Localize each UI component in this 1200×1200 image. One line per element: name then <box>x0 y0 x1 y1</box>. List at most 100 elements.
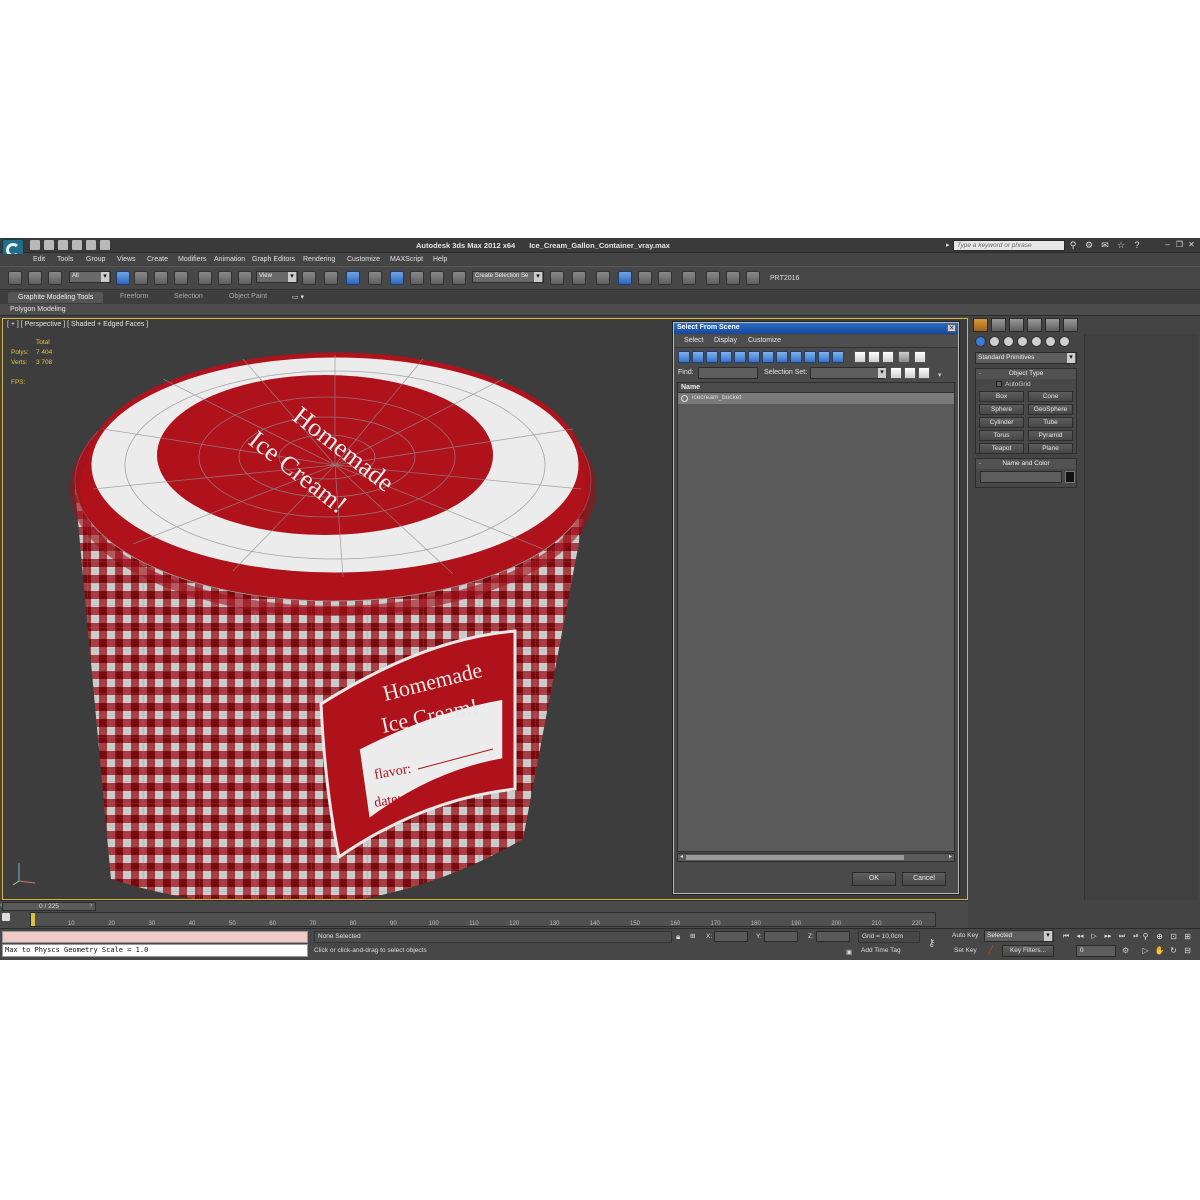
lights-category-icon[interactable] <box>1003 336 1014 347</box>
zoom-extents-icon[interactable]: ⊡ <box>1168 931 1179 942</box>
zoom-all-icon[interactable]: ⊕ <box>1154 931 1165 942</box>
cameras-category-icon[interactable] <box>1017 336 1028 347</box>
display-frozen-icon[interactable] <box>818 351 830 363</box>
cancel-button[interactable]: Cancel <box>902 872 946 886</box>
sphere-button[interactable]: Sphere <box>979 404 1024 415</box>
scene-object-list[interactable]: Name icecream_bucket <box>677 382 955 852</box>
orbit-icon[interactable]: ↻ <box>1168 945 1179 956</box>
add-time-tag[interactable]: Add Time Tag <box>858 946 920 958</box>
helpers-category-icon[interactable] <box>1031 336 1042 347</box>
undo-icon[interactable] <box>72 240 82 250</box>
menu-help[interactable]: Help <box>433 256 447 263</box>
menu-tools[interactable]: Tools <box>57 256 73 263</box>
save-file-icon[interactable] <box>58 240 68 250</box>
select-and-scale-icon[interactable] <box>238 271 252 285</box>
restore-icon[interactable]: ❐ <box>1175 240 1184 249</box>
box-button[interactable]: Box <box>979 391 1024 402</box>
select-and-move-icon[interactable] <box>198 271 212 285</box>
key-icon[interactable]: ⚷ <box>928 938 935 949</box>
go-to-start-icon[interactable]: ⏮ <box>1060 931 1072 942</box>
mirror-icon[interactable] <box>550 271 564 285</box>
help-icon[interactable]: ? <box>1132 240 1142 250</box>
key-filters-button[interactable]: Key Filters... <box>1002 945 1054 957</box>
dialog-close-icon[interactable]: ✕ <box>947 324 956 332</box>
tab-graphite-modeling-tools[interactable]: Graphite Modeling Tools <box>8 292 104 303</box>
torus-button[interactable]: Torus <box>979 430 1024 441</box>
tab-selection[interactable]: Selection <box>174 293 203 300</box>
unlink-icon[interactable] <box>28 271 42 285</box>
edit-named-selection-icon[interactable] <box>452 271 466 285</box>
project-folder-icon[interactable] <box>100 240 110 250</box>
tab-display-icon[interactable] <box>1045 318 1060 332</box>
z-coordinate-field[interactable] <box>816 931 850 942</box>
render-plugin-label[interactable]: PRT2016 <box>770 275 799 282</box>
plane-button[interactable]: Plane <box>1028 443 1073 454</box>
select-and-link-icon[interactable] <box>8 271 22 285</box>
list-item[interactable]: icecream_bucket <box>678 393 954 404</box>
rectangular-selection-icon[interactable] <box>154 271 168 285</box>
next-frame-icon[interactable]: ▸▸ <box>1102 931 1114 942</box>
auto-key-button[interactable]: Auto Key <box>952 932 978 939</box>
current-frame-field[interactable]: 0 <box>1076 945 1116 957</box>
communication-icon[interactable]: ✉ <box>1100 240 1110 250</box>
scroll-left-icon[interactable]: ◂ <box>678 854 685 861</box>
track-bar[interactable]: 10 20 30 40 50 60 70 80 90 100 110 120 130 140 150 160 1… <box>0 912 968 928</box>
infocenter-search-input[interactable]: Type a keyword or phrase <box>953 240 1065 251</box>
menu-modifiers[interactable]: Modifiers <box>178 256 206 263</box>
cylinder-button[interactable]: Cylinder <box>979 417 1024 428</box>
slider-right-icon[interactable]: › <box>90 902 92 909</box>
pyramid-button[interactable]: Pyramid <box>1028 430 1073 441</box>
menu-group[interactable]: Group <box>86 256 105 263</box>
dialog-menu-display[interactable]: Display <box>714 337 737 344</box>
absolute-mode-icon[interactable]: ⊞ <box>690 932 695 940</box>
ok-button[interactable]: OK <box>852 872 896 886</box>
rendered-frame-window-icon[interactable] <box>726 271 740 285</box>
previous-frame-icon[interactable]: ◂◂ <box>1074 931 1086 942</box>
menu-animation[interactable]: Animation <box>214 256 245 263</box>
object-name-input[interactable] <box>980 471 1062 483</box>
maximize-viewport-icon[interactable]: ⊟ <box>1182 945 1193 956</box>
tab-hierarchy-icon[interactable] <box>1009 318 1024 332</box>
select-by-name-icon[interactable] <box>134 271 148 285</box>
new-file-icon[interactable] <box>30 240 40 250</box>
menu-rendering[interactable]: Rendering <box>303 256 335 263</box>
space-warps-category-icon[interactable] <box>1045 336 1056 347</box>
dialog-menu-customize[interactable]: Customize <box>748 337 781 344</box>
shapes-category-icon[interactable] <box>989 336 1000 347</box>
display-geometry-icon[interactable] <box>678 351 690 363</box>
layer-manager-icon[interactable] <box>596 271 610 285</box>
tab-motion-icon[interactable] <box>1027 318 1042 332</box>
time-slider[interactable]: 0 / 225 <box>2 902 96 911</box>
select-object-icon[interactable] <box>116 271 130 285</box>
scroll-right-icon[interactable]: ▸ <box>947 854 954 861</box>
percent-snap-icon[interactable] <box>410 271 424 285</box>
object-type-title[interactable]: Object Type <box>976 369 1076 379</box>
y-coordinate-field[interactable] <box>764 931 798 942</box>
redo-icon[interactable] <box>86 240 96 250</box>
sync-selection-icon[interactable] <box>914 351 926 363</box>
display-space-warps-icon[interactable] <box>748 351 760 363</box>
autogrid-checkbox[interactable]: AutoGrid <box>996 381 1031 388</box>
maxscript-listener-input[interactable] <box>2 931 308 943</box>
geosphere-button[interactable]: GeoSphere <box>1028 404 1073 415</box>
menu-maxscript[interactable]: MAXScript <box>390 256 423 263</box>
bind-space-warp-icon[interactable] <box>48 271 62 285</box>
menu-edit[interactable]: Edit <box>33 256 45 263</box>
track-bar-menu-icon[interactable] <box>2 913 10 921</box>
find-options-chevron-icon[interactable]: ▾ <box>938 371 942 379</box>
select-none-icon[interactable] <box>868 351 880 363</box>
select-and-rotate-icon[interactable] <box>218 271 232 285</box>
display-hidden-icon[interactable] <box>832 351 844 363</box>
menu-create[interactable]: Create <box>147 256 168 263</box>
column-header-name[interactable]: Name <box>678 383 954 393</box>
maxscript-output[interactable]: Max to Physcs Geometry Scale = 1.0 <box>2 944 308 957</box>
dialog-menu-select[interactable]: Select <box>684 337 703 344</box>
tab-modify-icon[interactable] <box>991 318 1006 332</box>
track-strip[interactable]: 10 20 30 40 50 60 70 80 90 100 110 120 130 140 150 160 1… <box>30 912 936 927</box>
binoculars-icon[interactable]: ⚲ <box>1068 240 1078 250</box>
horizontal-scrollbar[interactable]: ◂ ▸ <box>677 853 955 862</box>
minimize-icon[interactable]: – <box>1163 240 1172 249</box>
schematic-view-icon[interactable] <box>658 271 672 285</box>
select-and-manipulate-icon[interactable] <box>324 271 338 285</box>
material-editor-icon[interactable] <box>682 271 696 285</box>
